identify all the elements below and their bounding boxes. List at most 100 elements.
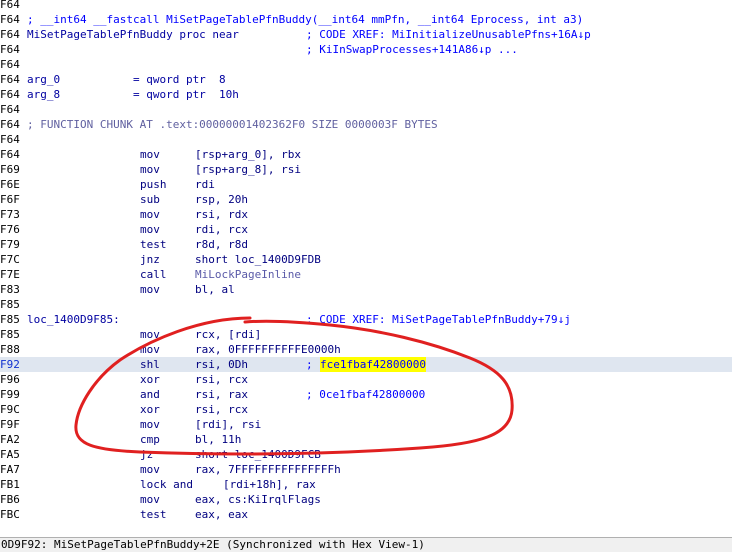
listing-line[interactable]: F6F sub rsp, 20h	[0, 192, 732, 207]
mnemonic: mov	[140, 343, 160, 356]
listing-line[interactable]: FB6 mov eax, cs:KiIrqlFlags	[0, 492, 732, 507]
listing-line[interactable]: FB1 lock and [rdi+18h], rax	[0, 477, 732, 492]
listing-line[interactable]: F85 mov rcx, [rdi]	[0, 327, 732, 342]
mnemonic: cmp	[140, 433, 160, 446]
listing-line[interactable]: F64 mov [rsp+arg_0], rbx	[0, 147, 732, 162]
operands: rdi	[195, 178, 215, 191]
operands: short loc_1400D9FDB	[195, 253, 321, 266]
listing-line[interactable]: F79 test r8d, r8d	[0, 237, 732, 252]
address: FA7	[0, 463, 20, 476]
listing-line[interactable]: F9F mov [rdi], rsi	[0, 417, 732, 432]
listing-line[interactable]: F9C xor rsi, rcx	[0, 402, 732, 417]
inline-comment: ; 0ce1fbaf42800000	[306, 388, 426, 401]
operands: rax, 7FFFFFFFFFFFFFFFh	[195, 463, 341, 476]
mnemonic: test	[140, 508, 167, 521]
comment: ; FUNCTION CHUNK AT .text:00000001402362…	[27, 118, 438, 131]
operands: r8d, r8d	[195, 238, 248, 251]
mnemonic: mov	[140, 223, 160, 236]
xref-comment[interactable]: ; CODE XREF: MiSetPageTablePfnBuddy+79↓j	[306, 312, 571, 327]
address: F6F	[0, 193, 20, 206]
xref-comment[interactable]: ; CODE XREF: MiInitializeUnusablePfns+16…	[306, 27, 591, 42]
operands: [rsp+arg_0], rbx	[195, 148, 301, 161]
address: F64	[0, 13, 20, 26]
mnemonic: mov	[140, 463, 160, 476]
mnemonic: mov	[140, 208, 160, 221]
listing-line[interactable]: F73 mov rsi, rdx	[0, 207, 732, 222]
address: F64	[0, 73, 20, 86]
operands: rsi, rcx	[195, 403, 248, 416]
listing-line[interactable]: F88 mov rax, 0FFFFFFFFFFE0000h	[0, 342, 732, 357]
listing-line[interactable]: FA7 mov rax, 7FFFFFFFFFFFFFFFh	[0, 462, 732, 477]
operands: rsi, 0Dh	[195, 358, 248, 371]
address: F99	[0, 388, 20, 401]
proc-name[interactable]: MiSetPageTablePfnBuddy proc near	[27, 27, 239, 42]
listing-line[interactable]: F64	[0, 132, 732, 147]
listing-line[interactable]: F69 mov [rsp+arg_8], rsi	[0, 162, 732, 177]
mnemonic: lock and	[140, 478, 193, 491]
listing-line[interactable]: FA2 cmp bl, 11h	[0, 432, 732, 447]
operands: rax, 0FFFFFFFFFFE0000h	[195, 343, 341, 356]
listing-line[interactable]: F96 xor rsi, rcx	[0, 372, 732, 387]
operands: rsi, rax	[195, 388, 248, 401]
listing-line[interactable]: F64 ; FUNCTION CHUNK AT .text:00000001402…	[0, 117, 732, 132]
listing-line[interactable]: F6E push rdi	[0, 177, 732, 192]
listing-line[interactable]: F76 mov rdi, rcx	[0, 222, 732, 237]
operands: bl, al	[195, 283, 235, 296]
mnemonic: and	[140, 388, 160, 401]
address: F79	[0, 238, 20, 251]
listing-line[interactable]: F7C jnz short loc_1400D9FDB	[0, 252, 732, 267]
stack-variable: arg_8 = qword ptr 10h	[27, 88, 239, 101]
address: F96	[0, 373, 20, 386]
listing-line[interactable]: F64	[0, 57, 732, 72]
address: F7C	[0, 253, 20, 266]
operands: eax, eax	[195, 508, 248, 521]
mnemonic: jz	[140, 448, 154, 461]
address: F85	[0, 313, 20, 326]
code-label[interactable]: loc_1400D9F85:	[27, 312, 120, 327]
address: F88	[0, 343, 20, 356]
mnemonic: mov	[140, 283, 160, 296]
address: F92	[0, 358, 20, 371]
operands: [rsp+arg_8], rsi	[195, 163, 301, 176]
listing-line[interactable]: F92 shl rsi, 0Dh; fce1fbaf42800000	[0, 357, 732, 372]
listing-line[interactable]: FBC test eax, eax	[0, 507, 732, 522]
listing-line[interactable]: F64 arg_8 = qword ptr 10h	[0, 87, 732, 102]
inline-comment: ;	[306, 358, 320, 371]
mnemonic: mov	[140, 163, 160, 176]
address: F69	[0, 163, 20, 176]
mnemonic: mov	[140, 418, 160, 431]
mnemonic: test	[140, 238, 167, 251]
operands: rdi, rcx	[195, 223, 248, 236]
listing-line[interactable]: F64	[0, 102, 732, 117]
address: FBC	[0, 508, 20, 521]
listing-line[interactable]: F64 ; __int64 __fastcall MiSetPageTablePf…	[0, 12, 732, 27]
comment: ; __int64 __fastcall MiSetPageTablePfnBu…	[27, 13, 584, 26]
listing-line[interactable]: F99 and rsi, rax ; 0ce1fbaf42800000	[0, 387, 732, 402]
listing-line[interactable]: F85	[0, 297, 732, 312]
stack-variable: arg_0 = qword ptr 8	[27, 73, 226, 86]
address: FA5	[0, 448, 20, 461]
listing-line[interactable]: F64	[0, 0, 732, 12]
address: F64	[0, 118, 20, 131]
listing-line[interactable]: F83 mov bl, al	[0, 282, 732, 297]
address: FA2	[0, 433, 20, 446]
listing-line[interactable]: F64 arg_0 = qword ptr 8	[0, 72, 732, 87]
status-bar: 0D9F92: MiSetPageTablePfnBuddy+2E (Synch…	[0, 537, 732, 552]
xref-comment[interactable]: ; KiInSwapProcesses+141A86↓p ...	[306, 42, 518, 57]
address: F9C	[0, 403, 20, 416]
listing-line[interactable]: FA5 jz short loc_1400D9FCB	[0, 447, 732, 462]
mnemonic: push	[140, 178, 167, 191]
listing-line[interactable]: F64 ; KiInSwapProcesses+141A86↓p ...	[0, 42, 732, 57]
address: F64	[0, 28, 20, 41]
listing-line[interactable]: F85 loc_1400D9F85: ; CODE XREF: MiSetPageT…	[0, 312, 732, 327]
operands: rsi, rcx	[195, 373, 248, 386]
operands[interactable]: MiLockPageInline	[195, 267, 301, 282]
operands: rcx, [rdi]	[195, 328, 262, 341]
mnemonic: xor	[140, 373, 160, 386]
mnemonic: jnz	[140, 253, 160, 266]
listing-line[interactable]: F64 MiSetPageTablePfnBuddy proc near ; COD…	[0, 27, 732, 42]
ida-view-disassembly[interactable]: F64 F64 ; __int64 __fastcall MiSetPageTabl…	[0, 0, 732, 537]
address: F64	[0, 58, 20, 71]
listing-line[interactable]: F7E call MiLockPageInline	[0, 267, 732, 282]
mnemonic: xor	[140, 403, 160, 416]
